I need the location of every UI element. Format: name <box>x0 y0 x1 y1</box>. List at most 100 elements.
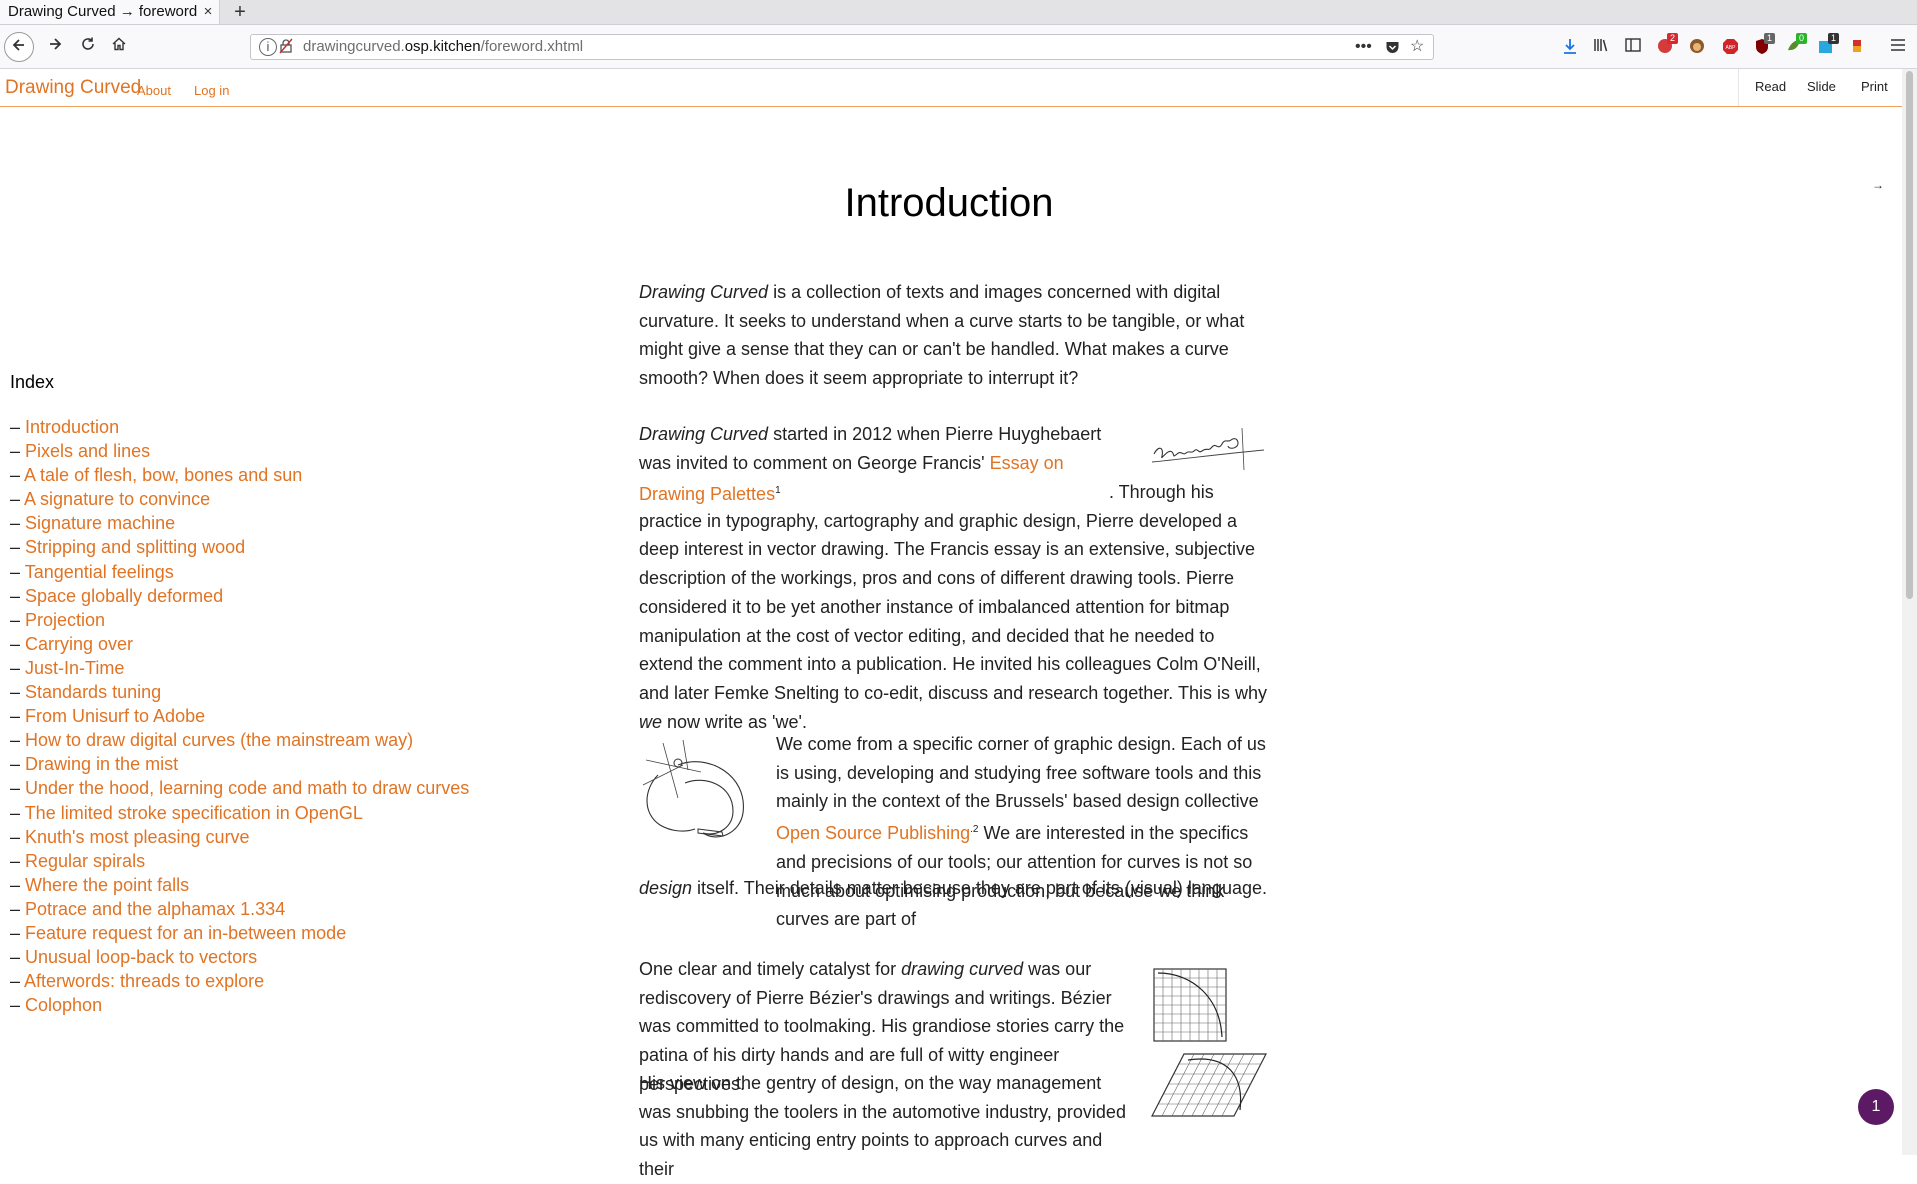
index-link[interactable]: Pixels and lines <box>25 441 150 461</box>
list-item: – Where the point falls <box>10 874 190 895</box>
paragraph-3: design itself. Their details matter beca… <box>639 874 1269 903</box>
list-item: – Potrace and the alphamax 1.334 <box>10 898 286 919</box>
read-mode-link[interactable]: Read <box>1755 79 1786 94</box>
forward-icon[interactable] <box>40 31 70 61</box>
star-icon[interactable]: ☆ <box>1410 35 1424 59</box>
list-item: – Under the hood, learning code and math… <box>10 778 470 799</box>
emphasis: design <box>639 878 693 898</box>
list-item: – Carrying over <box>10 633 134 654</box>
index-link[interactable]: Carrying over <box>25 634 133 654</box>
paragraph-text: itself. Their details matter because the… <box>692 878 1268 898</box>
next-page-arrow[interactable]: → <box>1872 178 1884 192</box>
index-link[interactable]: From Unisurf to Adobe <box>25 706 205 726</box>
list-item: – From Unisurf to Adobe <box>10 706 206 727</box>
emphasis: Drawing Curved <box>639 282 769 302</box>
emphasis: drawing curved <box>901 959 1024 979</box>
notification-counter[interactable]: 1 <box>1858 1089 1894 1125</box>
pocket-icon[interactable] <box>1385 35 1400 63</box>
index-link[interactable]: Unusual loop-back to vectors <box>25 947 257 967</box>
more-icon[interactable]: ••• <box>1355 35 1372 59</box>
menu-icon[interactable] <box>1888 38 1908 56</box>
lock-icon[interactable] <box>279 38 293 57</box>
new-tab-button[interactable]: + <box>230 0 250 24</box>
tab-bar: Drawing Curved → foreword × + <box>0 0 1917 25</box>
view-mode-group: Read Slide Print <box>1738 69 1903 106</box>
tab-close-icon[interactable]: × <box>199 0 217 24</box>
emphasis: we <box>639 711 663 732</box>
site-brand[interactable]: Drawing Curved <box>5 77 141 99</box>
login-link[interactable]: Log in <box>194 83 229 98</box>
nav-toolbar: i drawingcurved.osp.kitchen/foreword.xht… <box>0 25 1917 69</box>
browser-tab[interactable]: Drawing Curved → foreword <box>0 0 220 24</box>
list-item: – Regular spirals <box>10 850 146 871</box>
print-mode-link[interactable]: Print <box>1861 79 1888 94</box>
index-link[interactable]: Potrace and the alphamax 1.334 <box>25 899 285 919</box>
url-bar[interactable]: i drawingcurved.osp.kitchen/foreword.xht… <box>250 34 1434 60</box>
index-list: – Introduction – Pixels and lines – A ta… <box>10 415 469 1017</box>
paragraph-5: His view on the gentry of design, on the… <box>639 1069 1131 1184</box>
about-link[interactable]: About <box>137 83 171 98</box>
list-item: – Introduction <box>10 417 120 437</box>
skewed-grid-illustration <box>1151 1053 1267 1117</box>
index-link[interactable]: A signature to convince <box>24 489 210 509</box>
paragraph-text: . Through his practice in typography, ca… <box>639 482 1267 703</box>
index-link[interactable]: Regular spirals <box>25 851 145 871</box>
index-link[interactable]: Stripping and splitting wood <box>25 537 245 557</box>
index-link[interactable]: Signature machine <box>25 513 175 533</box>
index-link[interactable]: The limited stroke specification in Open… <box>25 803 363 823</box>
page-scrollbar[interactable] <box>1902 69 1917 1155</box>
list-item: – A signature to convince <box>10 489 211 510</box>
list-item: – Drawing in the mist <box>10 754 179 775</box>
index-link[interactable]: Introduction <box>25 417 119 437</box>
paragraph-3-intro: We come from a specific corner of graphi… <box>776 730 1269 934</box>
list-item: – Feature request for an in-between mode <box>10 922 347 943</box>
index-link[interactable]: Drawing in the mist <box>25 754 178 774</box>
url-path: /foreword.xhtml <box>480 38 584 55</box>
info-icon[interactable]: i <box>259 38 277 56</box>
paragraph-text: His view on the gentry of design, on the… <box>639 1073 1126 1180</box>
url-domain: osp.kitchen <box>404 38 481 55</box>
list-item: – Standards tuning <box>10 682 162 703</box>
osp-link[interactable]: Open Source Publishing <box>776 823 970 843</box>
index-link[interactable]: How to draw digital curves (the mainstre… <box>25 730 413 750</box>
index-link[interactable]: Colophon <box>25 995 102 1015</box>
list-item: – Colophon <box>10 995 103 1016</box>
download-icon[interactable] <box>1560 38 1580 56</box>
index-link[interactable]: Knuth's most pleasing curve <box>25 827 250 847</box>
list-item: – Afterwords: threads to explore <box>10 971 265 992</box>
index-link[interactable]: A tale of flesh, bow, bones and sun <box>24 465 302 485</box>
sidebar-icon[interactable] <box>1623 38 1643 56</box>
index-link[interactable]: Projection <box>25 610 105 630</box>
curve-tool-illustration <box>642 739 744 838</box>
back-icon[interactable] <box>4 32 34 62</box>
list-item: – How to draw digital curves (the mainst… <box>10 730 414 751</box>
index-link[interactable]: Under the hood, learning code and math t… <box>25 778 469 798</box>
list-item: – Stripping and splitting wood <box>10 537 246 558</box>
index-link[interactable]: Standards tuning <box>25 682 161 702</box>
index-link[interactable]: Just-In-Time <box>25 658 124 678</box>
blue-extension-badge: 1 <box>1828 33 1840 44</box>
url-prefix: drawingcurved. <box>303 38 405 55</box>
page-title: Introduction <box>844 181 1054 225</box>
scrollbar-thumb[interactable] <box>1906 71 1913 599</box>
list-item: – Knuth's most pleasing curve <box>10 826 250 847</box>
index-link[interactable]: Feature request for an in-between mode <box>25 923 346 943</box>
color-extension-icon[interactable] <box>1847 38 1867 56</box>
index-link[interactable]: Where the point falls <box>25 875 189 895</box>
list-item: – A tale of flesh, bow, bones and sun <box>10 465 303 486</box>
paragraph-text: We come from a specific corner of graphi… <box>776 734 1266 812</box>
url-text: drawingcurved.osp.kitchen/foreword.xhtml <box>303 35 583 59</box>
index-link[interactable]: Space globally deformed <box>25 586 223 606</box>
library-icon[interactable] <box>1591 38 1611 56</box>
reload-icon[interactable] <box>73 31 103 61</box>
home-icon[interactable] <box>104 31 134 61</box>
slide-mode-link[interactable]: Slide <box>1807 79 1836 94</box>
list-item: – Pixels and lines <box>10 441 151 462</box>
paragraph-text: One clear and timely catalyst for <box>639 959 902 979</box>
privacy-badge: 0 <box>1796 33 1808 44</box>
index-link[interactable]: Afterwords: threads to explore <box>24 971 264 991</box>
adblock-icon[interactable]: ABP <box>1720 38 1740 56</box>
index-link[interactable]: Tangential feelings <box>25 562 174 582</box>
monkey-extension-icon[interactable] <box>1687 38 1707 56</box>
ublock-badge: 1 <box>1764 33 1776 44</box>
